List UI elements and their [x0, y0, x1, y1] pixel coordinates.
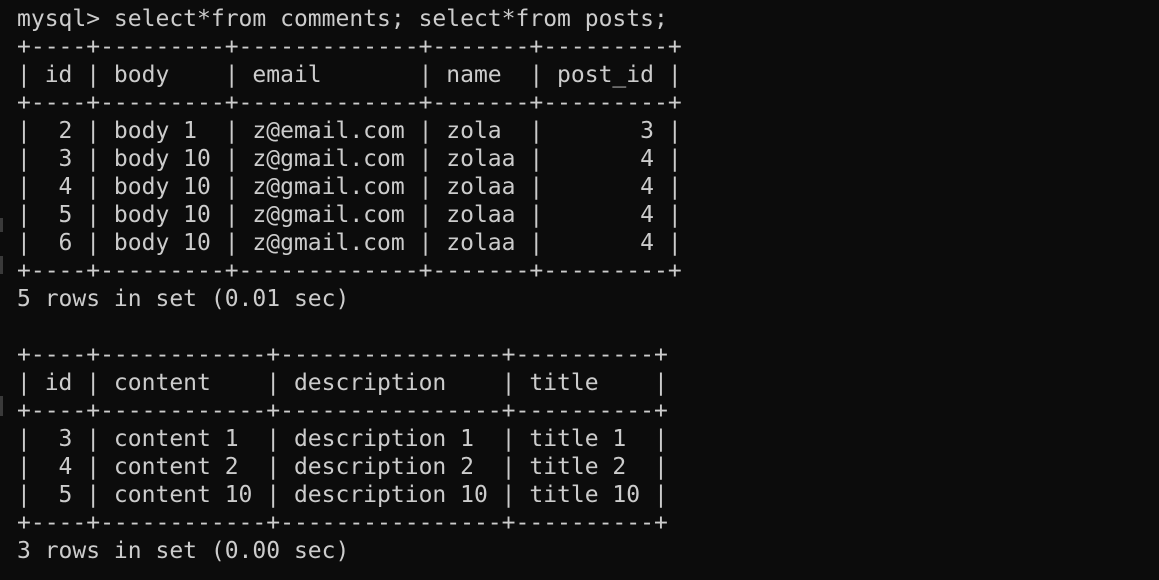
left-edge-artifact	[0, 396, 3, 416]
posts-table-border-top: +----+------------+----------------+----…	[17, 342, 668, 368]
comments-table-row: | 2 | body 1 | z@email.com | zola | 3 |	[17, 118, 682, 144]
posts-table-header: | id | content | description | title |	[17, 370, 668, 396]
comments-table-border-header: +----+---------+-------------+-------+--…	[17, 90, 682, 116]
comments-table-row: | 6 | body 10 | z@gmail.com | zolaa | 4 …	[17, 230, 682, 256]
comments-table-row: | 3 | body 10 | z@gmail.com | zolaa | 4 …	[17, 146, 682, 172]
posts-table-row: | 3 | content 1 | description 1 | title …	[17, 426, 668, 452]
posts-table-row: | 5 | content 10 | description 10 | titl…	[17, 482, 668, 508]
left-edge-artifact	[0, 218, 3, 232]
comments-table-border-bottom: +----+---------+-------------+-------+--…	[17, 258, 682, 284]
terminal-window[interactable]: mysql> select*from comments; select*from…	[0, 0, 1159, 580]
comments-table-border-top: +----+---------+-------------+-------+--…	[17, 34, 682, 60]
posts-result-summary: 3 rows in set (0.00 sec)	[17, 538, 350, 564]
command-prompt-line: mysql> select*from comments; select*from…	[17, 6, 668, 32]
posts-table-border-header: +----+------------+----------------+----…	[17, 398, 668, 424]
posts-table-border-bottom: +----+------------+----------------+----…	[17, 510, 668, 536]
left-edge-artifact	[0, 256, 3, 274]
comments-table-row: | 5 | body 10 | z@gmail.com | zolaa | 4 …	[17, 202, 682, 228]
comments-result-summary: 5 rows in set (0.01 sec)	[17, 286, 350, 312]
posts-table-row: | 4 | content 2 | description 2 | title …	[17, 454, 668, 480]
comments-table-row: | 4 | body 10 | z@gmail.com | zolaa | 4 …	[17, 174, 682, 200]
comments-table-header: | id | body | email | name | post_id |	[17, 62, 682, 88]
